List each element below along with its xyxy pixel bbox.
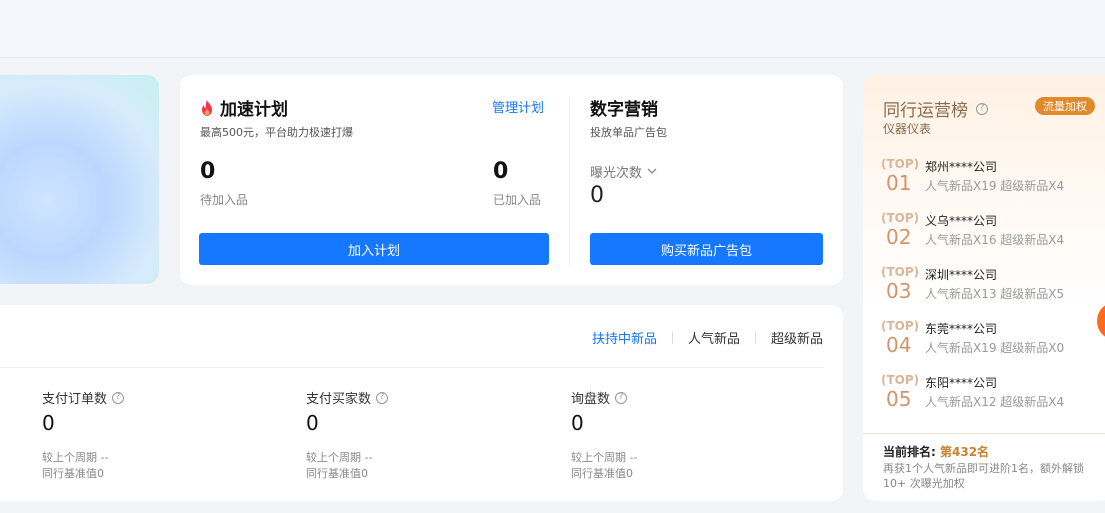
stat-baseline: 同行基准值0 <box>306 467 368 480</box>
help-icon[interactable]: ? <box>976 102 988 115</box>
stat-compare: 较上个周期 -- <box>42 451 109 464</box>
metric-value: 0 <box>590 183 604 208</box>
company-name: 东莞****公司 <box>925 322 998 336</box>
card-divider <box>569 97 570 265</box>
company-desc: 人气新品X16 超级新品X4 <box>925 233 1065 247</box>
ranking-title: 同行运营榜 ? <box>883 96 988 121</box>
buy-ad-package-button[interactable]: 购买新品广告包 <box>590 233 823 265</box>
company-name: 义乌****公司 <box>925 214 998 228</box>
company-desc: 人气新品X19 超级新品X0 <box>925 341 1065 355</box>
ranking-item[interactable]: (TOP) 04 东莞****公司 人气新品X19 超级新品X0 <box>881 319 1101 365</box>
tab-super-new[interactable]: 超级新品 <box>756 328 823 347</box>
top-tag: (TOP) <box>881 157 920 171</box>
current-rank-label: 当前排名: <box>883 445 936 459</box>
company-name: 东阳****公司 <box>925 376 998 390</box>
fire-icon <box>202 99 212 116</box>
manage-plan-link[interactable]: 管理计划 <box>492 97 544 116</box>
stat-paid-buyers: 支付买家数? 0 较上个周期 -- 同行基准值0 <box>306 388 389 482</box>
company-name: 郑州****公司 <box>925 160 998 174</box>
stats-tabs: 扶持中新品 人气新品 超级新品 <box>577 328 823 347</box>
ranking-item[interactable]: (TOP) 01 郑州****公司 人气新品X19 超级新品X4 <box>881 157 1101 203</box>
stat-label: 支付买家数 <box>306 392 372 407</box>
top-tag: (TOP) <box>881 211 920 225</box>
tab-supported-new[interactable]: 扶持中新品 <box>577 328 672 347</box>
top-bar <box>0 0 1105 58</box>
help-icon[interactable]: ? <box>376 391 389 404</box>
company-name: 深圳****公司 <box>925 268 998 282</box>
tab-popular-new[interactable]: 人气新品 <box>673 328 755 347</box>
stat-value: 0 <box>42 411 55 435</box>
marketing-title: 数字营销 <box>590 100 658 120</box>
stat-baseline: 同行基准值0 <box>571 467 633 480</box>
joined-count: 0 <box>493 159 509 184</box>
ranking-category: 仪器仪表 <box>883 122 932 136</box>
rank-number: 02 <box>886 225 912 249</box>
stat-label: 询盘数 <box>571 392 611 407</box>
top-tag: (TOP) <box>881 319 920 333</box>
company-desc: 人气新品X13 超级新品X5 <box>925 287 1065 301</box>
help-icon[interactable]: ? <box>615 391 628 404</box>
top-tag: (TOP) <box>881 265 920 279</box>
ranking-title-text: 同行运营榜 <box>883 101 968 121</box>
stat-value: 0 <box>306 411 319 435</box>
ranking-item[interactable]: (TOP) 03 深圳****公司 人气新品X13 超级新品X5 <box>881 265 1101 311</box>
rank-number: 01 <box>886 171 912 195</box>
chevron-down-icon <box>647 168 657 174</box>
joined-label: 已加入品 <box>493 193 542 207</box>
stat-baseline: 同行基准值0 <box>42 467 104 480</box>
rank-number: 05 <box>886 387 912 411</box>
pending-count: 0 <box>200 159 216 184</box>
current-rank-value: 第432名 <box>940 445 990 459</box>
peer-ranking-card: 同行运营榜 ? 仪器仪表 流量加权 (TOP) 01 郑州****公司 人气新品… <box>863 75 1105 501</box>
new-product-stats-card: 扶持中新品 人气新品 超级新品 支付订单数? 0 较上个周期 -- 同行基准值0 … <box>0 305 843 501</box>
traffic-weight-badge: 流量加权 <box>1035 97 1095 115</box>
top-tag: (TOP) <box>881 373 920 387</box>
current-rank: 当前排名: 第432名 <box>883 443 989 460</box>
stat-inquiries: 询盘数? 0 较上个周期 -- 同行基准值0 <box>571 388 637 482</box>
promo-banner[interactable] <box>0 75 159 284</box>
stat-compare: 较上个周期 -- <box>306 451 373 464</box>
rank-number: 04 <box>886 333 912 357</box>
stat-label: 支付订单数 <box>42 392 108 407</box>
company-desc: 人气新品X12 超级新品X4 <box>925 395 1065 409</box>
help-icon[interactable]: ? <box>112 391 125 404</box>
accelerate-subtitle: 最高500元，平台助力极速打爆 <box>200 126 353 139</box>
accelerate-title-text: 加速计划 <box>220 100 288 120</box>
metric-dropdown-label: 曝光次数 <box>590 166 643 181</box>
stat-compare: 较上个周期 -- <box>571 451 638 464</box>
pending-label: 待加入品 <box>200 193 249 207</box>
stat-paid-orders: 支付订单数? 0 较上个周期 -- 同行基准值0 <box>42 388 125 482</box>
accelerate-title: 加速计划 <box>200 95 288 120</box>
accelerate-plan-card: 加速计划 管理计划 最高500元，平台助力极速打爆 0 待加入品 0 已加入品 … <box>180 75 843 285</box>
ranking-item[interactable]: (TOP) 02 义乌****公司 人气新品X16 超级新品X4 <box>881 211 1101 257</box>
current-rank-desc: 再获1个人气新品即可进阶1名，额外解锁 10+ 次曝光加权 <box>883 462 1084 490</box>
ranking-divider <box>863 433 1105 434</box>
stat-value: 0 <box>571 411 584 435</box>
join-plan-button[interactable]: 加入计划 <box>199 233 549 265</box>
marketing-subtitle: 投放单品广告包 <box>590 126 667 139</box>
company-desc: 人气新品X19 超级新品X4 <box>925 179 1065 193</box>
rank-number: 03 <box>886 279 912 303</box>
metric-dropdown[interactable]: 曝光次数 <box>590 162 657 181</box>
ranking-item[interactable]: (TOP) 05 东阳****公司 人气新品X12 超级新品X4 <box>881 373 1101 419</box>
stats-divider <box>0 367 824 368</box>
